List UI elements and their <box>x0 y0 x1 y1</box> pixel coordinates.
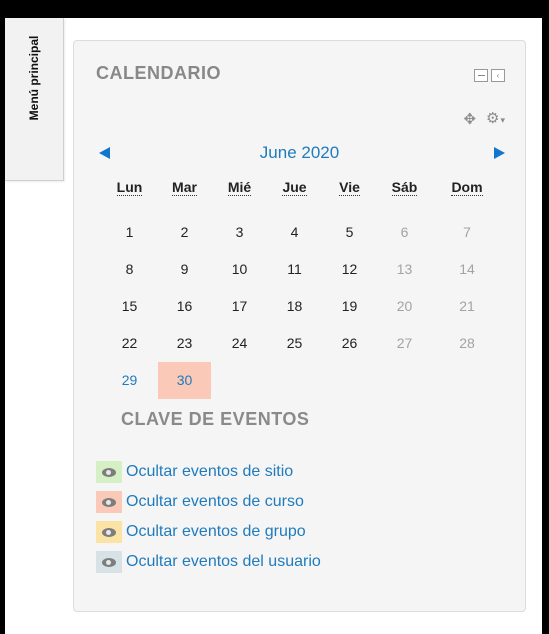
weekday-label: Mar <box>172 179 197 196</box>
event-key-item[interactable]: Ocultar eventos de grupo <box>96 519 321 545</box>
day-cell: 22 <box>121 335 138 351</box>
weekday-header: Jue <box>267 177 322 205</box>
day-cell: 4 <box>290 224 299 240</box>
empty-day-cell <box>432 362 502 399</box>
day-cell: 25 <box>286 335 303 351</box>
weekday-header: Mar <box>157 177 212 205</box>
page: Menú principal CALENDARIO ‹ ✥ ⚙▾ June 20… <box>5 18 542 634</box>
empty-day-cell <box>267 362 322 399</box>
empty-day-cell <box>377 362 432 399</box>
day-cell: 12 <box>341 261 358 277</box>
main-menu-tab[interactable]: Menú principal <box>5 18 64 181</box>
day-cell: 21 <box>459 298 475 314</box>
eye-icon <box>102 527 116 537</box>
weekday-label: Sáb <box>391 179 418 196</box>
actions-menu-button[interactable]: ⚙▾ <box>486 109 505 128</box>
hide-events-link[interactable]: Ocultar eventos de sitio <box>126 463 293 481</box>
day-cell: 17 <box>231 298 248 314</box>
day-cell: 28 <box>459 335 475 351</box>
day-cell: 23 <box>176 335 193 351</box>
gear-icon: ⚙ <box>486 110 500 127</box>
day-cell: 10 <box>231 261 248 277</box>
eye-icon <box>102 497 116 507</box>
weekday-header: Sáb <box>377 177 432 205</box>
day-cell: 6 <box>400 224 409 240</box>
day-cell: 14 <box>459 261 475 277</box>
day-cell: 19 <box>341 298 358 314</box>
eye-icon <box>102 557 116 567</box>
day-cell: 3 <box>235 224 244 240</box>
day-cell[interactable]: 29 <box>102 362 157 399</box>
day-cell: 15 <box>121 298 138 314</box>
day-cell: 26 <box>341 335 358 351</box>
event-key-list: Ocultar eventos de sitio Ocultar eventos … <box>96 459 321 579</box>
minus-icon <box>477 75 485 76</box>
weekday-label: Dom <box>451 179 483 196</box>
dock-icon: ‹ <box>496 70 500 80</box>
block-controls: ‹ <box>474 69 505 82</box>
empty-day-cell <box>322 362 377 399</box>
day-cell: 24 <box>231 335 248 351</box>
hide-events-link[interactable]: Ocultar eventos de grupo <box>126 523 306 541</box>
day-cell-today[interactable]: 30 <box>158 362 211 399</box>
day-cell: 18 <box>286 298 303 314</box>
weekday-header: Lun <box>102 177 157 205</box>
weekday-label: Vie <box>339 179 360 196</box>
calendar-block: CALENDARIO ‹ ✥ ⚙▾ June 2020 Lun Mar Mié Jue… <box>73 40 526 612</box>
day-cell: 5 <box>345 224 354 240</box>
day-cell: 8 <box>125 261 134 277</box>
day-cell: 16 <box>176 298 193 314</box>
weekday-header: Dom <box>432 177 502 205</box>
hide-events-link[interactable]: Ocultar eventos del usuario <box>126 553 321 571</box>
move-icon[interactable]: ✥ <box>463 110 476 128</box>
block-title: CALENDARIO <box>96 63 221 83</box>
day-cell: 27 <box>396 335 413 351</box>
event-color-swatch <box>96 491 122 513</box>
day-cell: 1 <box>125 224 134 240</box>
day-cell: 20 <box>396 298 413 314</box>
day-cell: 9 <box>180 261 189 277</box>
weekday-header: Mié <box>212 177 267 205</box>
event-key-item[interactable]: Ocultar eventos del usuario <box>96 549 321 575</box>
caret-down-icon: ▾ <box>500 115 505 125</box>
day-cell: 2 <box>180 224 189 240</box>
next-month-arrow-icon[interactable] <box>494 147 505 159</box>
day-cell: 11 <box>287 261 302 277</box>
weekday-label: Lun <box>116 179 143 196</box>
event-color-swatch <box>96 551 122 573</box>
weekday-label: Jue <box>282 179 307 196</box>
eye-icon <box>102 467 116 477</box>
hide-events-link[interactable]: Ocultar eventos de curso <box>126 493 304 511</box>
weekday-header: Vie <box>322 177 377 205</box>
event-key-title: CLAVE DE EVENTOS <box>121 409 310 429</box>
day-cell: 13 <box>396 261 413 277</box>
calendar-grid: Lun Mar Mié Jue Vie Sáb Dom 1 2 3 4 5 6 7 8 9 10 11 12 13 14… <box>102 177 502 399</box>
empty-day-cell <box>212 362 267 399</box>
block-actions: ✥ ⚙▾ <box>463 109 505 128</box>
event-color-swatch <box>96 521 122 543</box>
day-cell: 7 <box>463 224 471 240</box>
dock-block-button[interactable]: ‹ <box>491 69 505 82</box>
month-title[interactable]: June 2020 <box>74 143 525 163</box>
main-menu-tab-label: Menú principal <box>27 35 41 121</box>
event-key-item[interactable]: Ocultar eventos de curso <box>96 489 321 515</box>
weekday-label: Mié <box>227 179 252 196</box>
event-color-swatch <box>96 461 122 483</box>
event-key-item[interactable]: Ocultar eventos de sitio <box>96 459 321 485</box>
collapse-block-button[interactable] <box>474 69 488 82</box>
